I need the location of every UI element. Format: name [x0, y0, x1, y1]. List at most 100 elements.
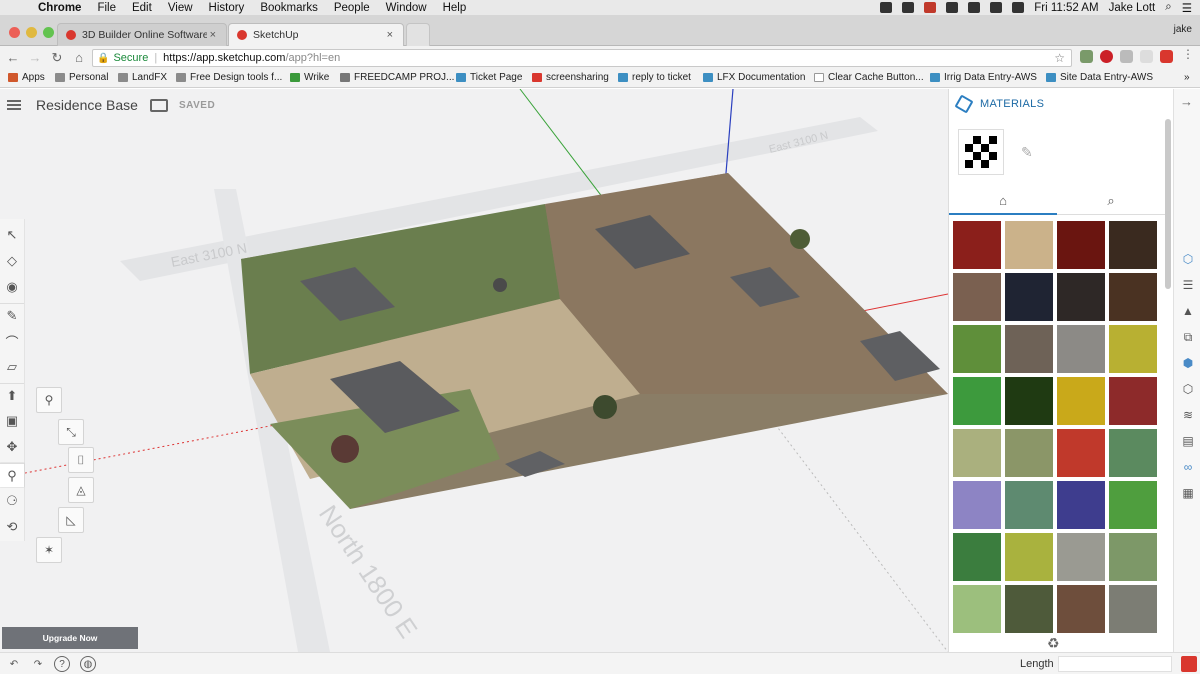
extension-icon[interactable] [1120, 50, 1133, 63]
material-swatch[interactable] [953, 377, 1001, 425]
bookmark-landfx[interactable]: LandFX [118, 72, 167, 83]
eraser-tool-icon[interactable]: ◇ [0, 249, 24, 273]
layers-icon[interactable]: ≋ [1180, 407, 1196, 423]
menu-help[interactable]: Help [443, 2, 467, 14]
rectangle-tool-icon[interactable]: ▱ [0, 355, 24, 379]
bookmark-screensharing[interactable]: screensharing [532, 72, 609, 83]
undo-icon[interactable]: ↶ [6, 656, 22, 672]
material-swatch[interactable] [1057, 377, 1105, 425]
menu-dots-icon[interactable]: ⋮ [1182, 47, 1195, 61]
user-name[interactable]: Jake Lott [1109, 2, 1156, 14]
zoom-window-icon[interactable] [43, 27, 54, 38]
forward-icon[interactable]: → [26, 50, 44, 65]
offset-tool-icon[interactable]: ▣ [0, 409, 24, 433]
tab-3d-builder[interactable]: 3D Builder Online Software | 3 × [57, 23, 227, 46]
status-icon[interactable] [880, 2, 893, 13]
bookmark-lfx-documentation[interactable]: LFX Documentation [703, 72, 805, 83]
material-swatch[interactable] [953, 221, 1001, 269]
bookmark-irrig-data-entry[interactable]: Irrig Data Entry-AWS [930, 72, 1037, 83]
materials-icon[interactable]: ⬢ [1180, 355, 1196, 371]
material-swatch[interactable] [1005, 429, 1053, 477]
material-swatch[interactable] [1057, 533, 1105, 581]
material-swatch[interactable] [953, 533, 1001, 581]
current-material-preview[interactable] [958, 129, 1004, 175]
material-swatch[interactable] [1005, 377, 1053, 425]
dimension-tool-icon[interactable]: ⤡ [58, 419, 84, 445]
material-swatch[interactable] [953, 481, 1001, 529]
recycle-icon[interactable]: ♻ [1047, 635, 1060, 652]
material-swatch[interactable] [1109, 585, 1157, 633]
menu-people[interactable]: People [334, 2, 370, 14]
push-pull-tool-icon[interactable]: ⬆ [0, 383, 24, 407]
reload-icon[interactable]: ↻ [48, 50, 66, 66]
help-icon[interactable]: ? [54, 656, 70, 672]
tape-measure-flyout-icon[interactable]: ⚲ [36, 387, 62, 413]
paint-bucket-tool-icon[interactable]: ◉ [0, 275, 24, 299]
collapse-panel-arrow-icon[interactable]: → [1180, 94, 1193, 109]
bookmark-ticket-page[interactable]: Ticket Page [456, 72, 522, 83]
clock[interactable]: Fri 11:52 AM [1034, 2, 1098, 14]
material-swatch[interactable] [1109, 273, 1157, 321]
material-swatch[interactable] [953, 585, 1001, 633]
material-swatch[interactable] [1109, 481, 1157, 529]
bookmark-clear-cache[interactable]: Clear Cache Button... [814, 72, 924, 83]
extension-icon[interactable] [1160, 50, 1173, 63]
material-swatch[interactable] [1005, 481, 1053, 529]
menu-app-name[interactable]: Chrome [38, 2, 81, 14]
wifi-icon[interactable] [990, 2, 1003, 13]
tab-sketchup[interactable]: SketchUp × [228, 23, 404, 46]
protractor-tool-icon[interactable]: ◬ [68, 477, 94, 503]
menu-view[interactable]: View [168, 2, 193, 14]
material-swatch[interactable] [1109, 221, 1157, 269]
outliner-icon[interactable]: ☰ [1180, 277, 1196, 293]
pinterest-icon[interactable] [1100, 50, 1113, 63]
material-swatch[interactable] [953, 429, 1001, 477]
new-tab-button[interactable] [406, 23, 430, 46]
bookmark-apps[interactable]: Apps [8, 72, 45, 83]
spotlight-search-icon[interactable]: ⌕ [1165, 1, 1171, 14]
upgrade-now-button[interactable]: Upgrade Now [2, 627, 138, 649]
more-bookmarks-icon[interactable]: » [1184, 72, 1190, 83]
display-glasses-icon[interactable]: ∞ [1180, 459, 1196, 475]
close-window-icon[interactable] [9, 27, 20, 38]
pencil-line-tool-icon[interactable]: ✎ [0, 303, 24, 327]
material-swatch[interactable] [1109, 325, 1157, 373]
material-swatch[interactable] [1109, 377, 1157, 425]
menu-window[interactable]: Window [386, 2, 427, 14]
display-icon[interactable] [902, 2, 915, 13]
panel-scrollbar[interactable] [1165, 119, 1171, 289]
model-title[interactable]: Residence Base [36, 97, 138, 113]
material-swatch[interactable] [1057, 481, 1105, 529]
material-swatch[interactable] [1057, 273, 1105, 321]
material-swatch[interactable] [1005, 273, 1053, 321]
material-swatch[interactable] [1057, 325, 1105, 373]
move-tool-icon[interactable]: ✥ [0, 435, 24, 459]
close-tab-icon[interactable]: × [387, 29, 393, 41]
material-swatch[interactable] [1005, 585, 1053, 633]
bookmark-reply-to-ticket[interactable]: reply to ticket [618, 72, 691, 83]
bookmark-personal[interactable]: Personal [55, 72, 108, 83]
bookmark-site-data-entry[interactable]: Site Data Entry-AWS [1046, 72, 1153, 83]
bookmark-freedcamp[interactable]: FREEDCAMP PROJ... [340, 72, 454, 83]
close-tab-icon[interactable]: × [210, 29, 216, 41]
menu-file[interactable]: File [97, 2, 116, 14]
url-input[interactable]: 🔒 Secure | https://app.sketchup.com /app… [92, 49, 1072, 67]
notification-icon[interactable]: ☰ [1182, 1, 1192, 15]
section-plane-tool-icon[interactable]: ◺ [58, 507, 84, 533]
cloud-icon[interactable] [968, 2, 981, 13]
entity-info-icon[interactable]: ⬡ [1180, 251, 1196, 267]
arc-tool-icon[interactable]: ⌒ [0, 329, 24, 353]
select-tool-icon[interactable]: ↖ [0, 223, 24, 247]
folder-open-icon[interactable] [149, 98, 168, 112]
material-swatch[interactable] [1109, 429, 1157, 477]
components-icon[interactable]: ⧉ [1180, 329, 1196, 345]
instructor-icon[interactable]: ▲ [1180, 303, 1196, 319]
tab-browse-search-icon[interactable]: ⌕ [1057, 187, 1165, 215]
menu-history[interactable]: History [209, 2, 245, 14]
dropbox-icon[interactable] [946, 2, 959, 13]
length-input[interactable] [1058, 656, 1172, 672]
bookmark-star-icon[interactable]: ☆ [1054, 51, 1065, 65]
material-swatch[interactable] [1057, 221, 1105, 269]
model-viewport[interactable]: East 3100 N East 3100 N North 1800 E Res… [0, 89, 948, 652]
globe-icon[interactable]: ◍ [80, 656, 96, 672]
